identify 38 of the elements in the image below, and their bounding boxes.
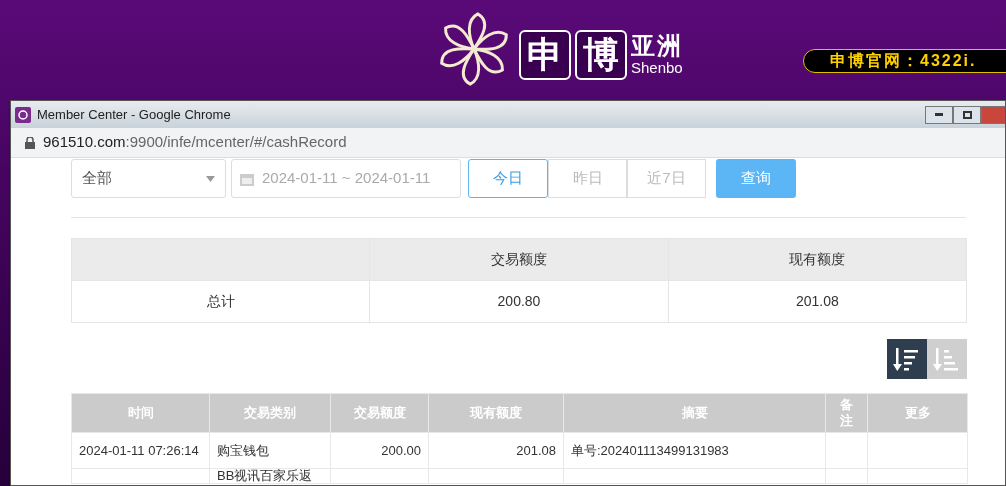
date-range-tab[interactable]: 今日: [468, 159, 548, 198]
ticker-text: 申博官网：4322i.: [803, 49, 1006, 73]
app-icon: [15, 106, 31, 123]
caret-icon: [206, 175, 215, 182]
date-range-tab[interactable]: 昨日: [548, 159, 627, 198]
table-cell: 200.80: [497, 293, 541, 309]
table-cell: 总计: [206, 293, 235, 309]
lock-icon: [25, 136, 35, 149]
table-cell: 购宝钱包: [217, 442, 269, 458]
date-range-tab[interactable]: 近7日: [627, 159, 706, 198]
category-select[interactable]: 全部: [71, 159, 226, 198]
column-header: 现有额度: [789, 251, 846, 267]
minimize-icon: [935, 113, 943, 116]
url-path: :9900/infe/mcenter/#/cashRecord: [125, 133, 347, 151]
table-cell: 201.08: [795, 293, 839, 309]
table-cell: BB视讯百家乐返: [217, 468, 313, 483]
sort-icon: [933, 345, 961, 373]
calendar-icon: [240, 171, 254, 186]
close-button[interactable]: [981, 105, 1005, 124]
table-cell: 201.08: [516, 442, 556, 458]
window-title: Member Center - Google Chrome: [37, 105, 231, 124]
logo-char: 博: [575, 30, 627, 80]
minimize-button[interactable]: [925, 105, 953, 124]
table-cell: 2024-01-11 07:26:14: [79, 442, 199, 458]
logo-text: Shenbo: [631, 60, 683, 75]
logo-text: 亚洲: [631, 34, 683, 58]
table-cell: 200.00: [381, 442, 421, 458]
url-host: 961510.com: [43, 133, 126, 151]
date-range-field[interactable]: 2024-01-11 ~ 2024-01-11: [231, 159, 461, 198]
address-bar[interactable]: 961510.com:9900/infe/mcenter/#/cashRecord: [11, 128, 1005, 158]
sort-icon: [893, 345, 921, 373]
column-header: 交易额度: [491, 251, 547, 267]
table-cell: 单号:202401113499131983: [571, 442, 729, 458]
sort-button[interactable]: [887, 339, 927, 379]
maximize-icon: [962, 110, 972, 119]
logo-char: 申: [519, 30, 571, 80]
query-button[interactable]: 查询: [716, 159, 796, 198]
maximize-button[interactable]: [953, 105, 981, 124]
